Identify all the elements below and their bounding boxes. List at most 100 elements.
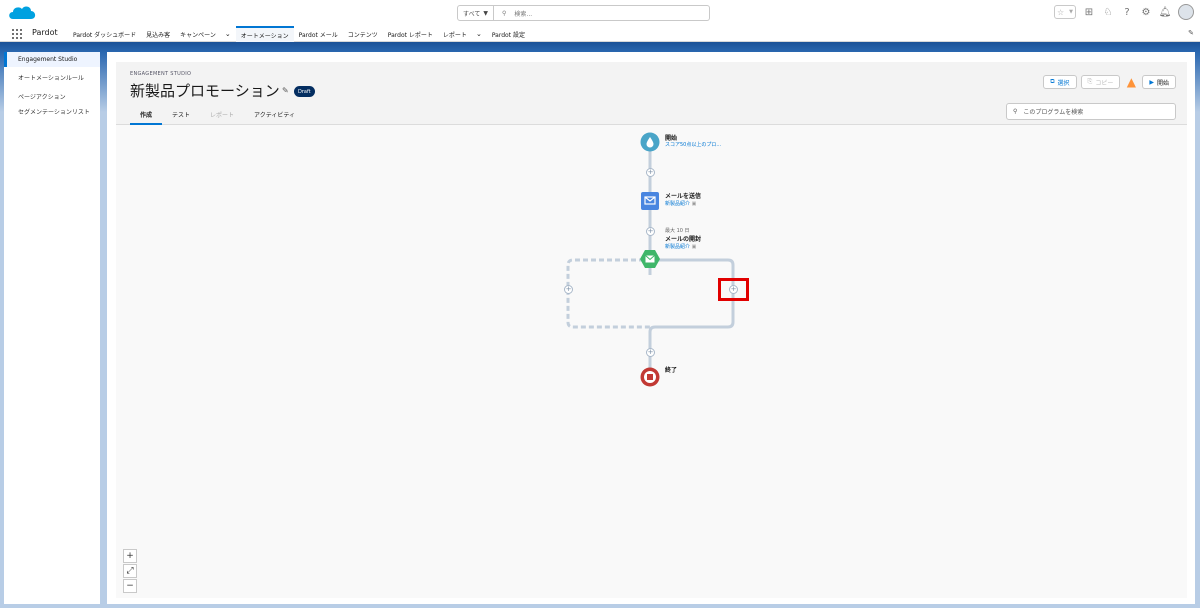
- program-tabs: 作成 テスト レポート アクティビティ: [130, 110, 305, 125]
- start-button-label: 開始: [1156, 79, 1169, 87]
- edit-title-icon[interactable]: ✎: [282, 86, 289, 95]
- app-name: Pardot: [32, 28, 58, 37]
- asset-link-icon: ▣: [691, 201, 697, 207]
- program-search-input[interactable]: ⚲ このプログラムを検索: [1006, 103, 1176, 120]
- nav-item-label: Pardot メール: [298, 31, 338, 39]
- global-search-input[interactable]: ⚲ 検索...: [494, 5, 710, 21]
- nav-item-label: コンテンツ: [347, 31, 378, 39]
- favorites-button[interactable]: ☆ ▼: [1054, 5, 1076, 19]
- search-scope-label: すべて: [463, 10, 481, 18]
- search-icon: ⚲: [1013, 108, 1018, 115]
- send-email-asset-name: 新製品紹介: [665, 201, 691, 207]
- sidebar-item-label: オートメーションルール: [18, 74, 84, 82]
- nav-item-pardot-reports[interactable]: Pardot レポート: [383, 26, 438, 42]
- tab-test[interactable]: テスト: [162, 110, 200, 125]
- app-launcher-icon[interactable]: [12, 29, 22, 39]
- sidebar-item-engagement-studio[interactable]: Engagement Studio: [4, 52, 100, 67]
- nav-item-label: キャンペーン: [180, 31, 216, 39]
- copy-button-label: コピー: [1095, 79, 1114, 87]
- page-title: 新製品プロモーション: [130, 82, 280, 100]
- edit-nav-icon[interactable]: ✎: [1188, 29, 1194, 37]
- email-open-node-asset[interactable]: 新製品紹介 ▣: [665, 243, 696, 250]
- status-badge: Draft: [294, 86, 315, 97]
- pardot-sidebar: Engagement Studio オートメーションルール ページアクション セ…: [4, 52, 100, 604]
- header-utilities: ☆ ▼ ⊞ ♘ ? ⚙ 🔔︎: [1054, 4, 1194, 20]
- salesforce-logo[interactable]: [7, 3, 37, 23]
- play-icon: ▶: [1149, 78, 1154, 86]
- nav-item-label: レポート: [442, 31, 467, 39]
- send-email-node-asset[interactable]: 新製品紹介 ▣: [665, 200, 696, 207]
- nav-item-label: Pardot レポート: [387, 31, 433, 39]
- program-search-placeholder: このプログラムを検索: [1023, 109, 1084, 116]
- main-panel: ENGAGEMENT STUDIO 新製品プロモーション ✎ Draft 作成 …: [107, 52, 1195, 604]
- nav-item-reports[interactable]: レポート ⌄: [438, 26, 487, 42]
- search-scope-select[interactable]: すべて ▼: [457, 5, 494, 21]
- asset-link-icon: ▣: [691, 244, 697, 250]
- trailhead-icon[interactable]: ♘: [1102, 6, 1114, 18]
- zoom-fit-button[interactable]: ⤢: [123, 564, 137, 578]
- global-search: すべて ▼ ⚲ 検索...: [457, 5, 710, 21]
- nav-item-content[interactable]: コンテンツ: [343, 26, 383, 42]
- chevron-down-icon[interactable]: ⌄: [225, 30, 231, 38]
- highlight-box: [718, 278, 749, 301]
- end-node[interactable]: [640, 367, 660, 387]
- select-button[interactable]: ⧉ 選択: [1043, 75, 1077, 89]
- send-email-node[interactable]: [641, 192, 659, 210]
- add-icon[interactable]: ⊞: [1083, 6, 1095, 18]
- add-step-plus-icon[interactable]: +: [646, 348, 655, 357]
- copy-button: ⎘ コピー: [1080, 75, 1121, 89]
- zoom-in-button[interactable]: +: [123, 549, 137, 563]
- tab-report: レポート: [210, 112, 235, 119]
- nav-item-label: Pardot ダッシュボード: [73, 31, 137, 39]
- warning-icon[interactable]: ▲: [1124, 75, 1138, 89]
- select-button-label: 選択: [1057, 79, 1070, 87]
- tab-build[interactable]: 作成: [130, 110, 163, 125]
- gear-icon[interactable]: ⚙: [1140, 6, 1152, 18]
- zoom-out-button[interactable]: −: [123, 579, 137, 593]
- send-email-node-label: メールを送信: [665, 193, 702, 200]
- help-icon[interactable]: ?: [1121, 6, 1133, 18]
- sidebar-item-automation-rules[interactable]: オートメーションルール: [4, 69, 100, 85]
- sidebar-item-segmentation-lists[interactable]: セグメンテーションリスト: [4, 106, 100, 130]
- sidebar-item-page-actions[interactable]: ページアクション: [4, 88, 100, 104]
- nav-item-pardot-email[interactable]: Pardot メール: [294, 26, 343, 42]
- program-header: ENGAGEMENT STUDIO 新製品プロモーション ✎ Draft 作成 …: [116, 62, 1187, 125]
- nav-item-prospects[interactable]: 見込み客: [141, 26, 175, 42]
- add-step-plus-icon[interactable]: +: [646, 168, 655, 177]
- global-header: すべて ▼ ⚲ 検索... ☆ ▼ ⊞ ♘ ? ⚙ 🔔︎: [0, 0, 1200, 26]
- email-open-node-label: メールの開封: [665, 236, 702, 243]
- app-navbar: Pardot Pardot ダッシュボード 見込み客 キャンペーン ⌄ オートメー…: [0, 26, 1200, 42]
- nav-items: Pardot ダッシュボード 見込み客 キャンペーン ⌄ オートメーション Par…: [68, 26, 530, 42]
- start-node[interactable]: [640, 132, 660, 152]
- nav-item-automation[interactable]: オートメーション: [235, 26, 294, 42]
- add-step-plus-icon[interactable]: +: [646, 227, 655, 236]
- nav-item-label: 見込み客: [146, 31, 171, 39]
- email-open-wait-time: 最大 10 日: [665, 228, 690, 234]
- nav-item-label: Pardot 設定: [491, 31, 525, 39]
- avatar[interactable]: [1178, 4, 1194, 20]
- sidebar-item-label: ページアクション: [18, 93, 66, 101]
- sidebar-item-label: Engagement Studio: [18, 56, 78, 63]
- email-open-node[interactable]: [640, 250, 660, 268]
- copy-icon: ⎘: [1087, 78, 1093, 85]
- sidebar-item-label: セグメンテーションリスト: [18, 109, 90, 116]
- bell-icon[interactable]: 🔔︎: [1159, 6, 1172, 18]
- nav-item-campaigns[interactable]: キャンペーン ⌄: [175, 26, 236, 42]
- add-no-branch-step-plus-icon[interactable]: +: [564, 285, 573, 294]
- flow-connectors: [566, 132, 735, 387]
- chevron-down-icon[interactable]: ⌄: [476, 30, 482, 38]
- caret-down-icon: ▼: [1069, 9, 1073, 15]
- tab-activity[interactable]: アクティビティ: [244, 110, 305, 125]
- start-button[interactable]: ▶ 開始: [1142, 75, 1176, 89]
- search-placeholder: 検索...: [514, 10, 533, 18]
- flow-canvas[interactable]: 開始 スコア50点以上のプロ... + メールを送信 新製品紹介 ▣ + 最大 …: [116, 125, 1187, 598]
- select-icon: ⧉: [1050, 78, 1055, 85]
- email-open-asset-name: 新製品紹介: [665, 244, 691, 250]
- start-node-criteria[interactable]: スコア50点以上のプロ...: [665, 141, 721, 148]
- program-actions: ⧉ 選択 ⎘ コピー ▲ ▶ 開始: [1043, 75, 1176, 89]
- nav-item-pardot-dashboard[interactable]: Pardot ダッシュボード: [68, 26, 141, 42]
- nav-item-pardot-settings[interactable]: Pardot 設定: [487, 26, 530, 42]
- star-icon: ☆: [1057, 7, 1065, 17]
- caret-down-icon: ▼: [483, 9, 488, 17]
- nav-item-label: オートメーション: [240, 32, 289, 40]
